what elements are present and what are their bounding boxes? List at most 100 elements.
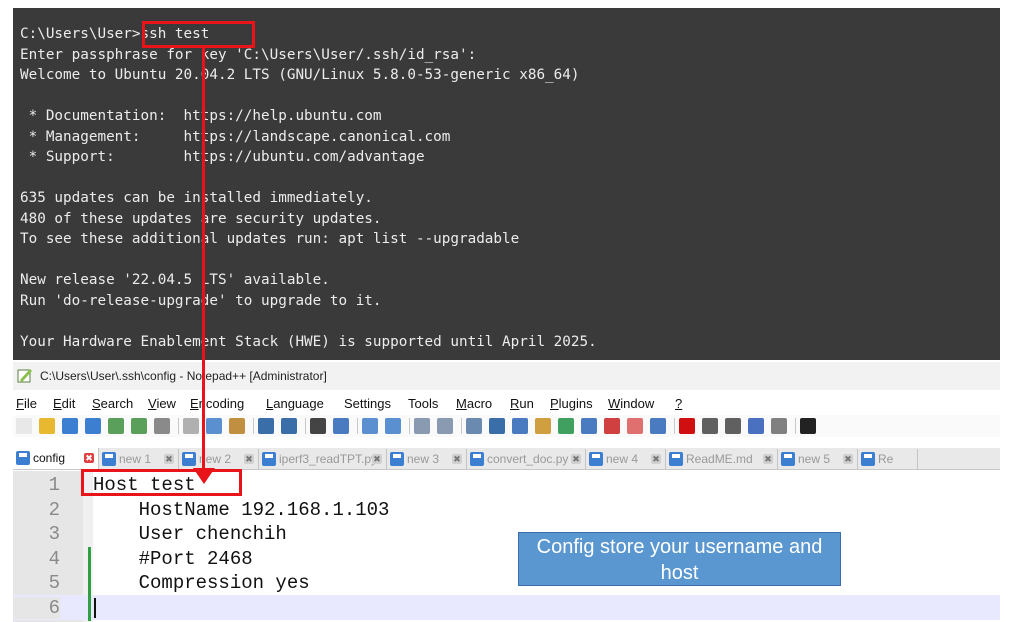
- show-all-chars-icon[interactable]: [489, 418, 505, 434]
- tab-new-2[interactable]: new 2 ✖: [179, 449, 259, 469]
- terminal-line: New release '22.04.5 LTS' available.: [20, 272, 330, 288]
- doc-map-icon[interactable]: [535, 418, 551, 434]
- play-macro-icon[interactable]: [725, 418, 741, 434]
- tab-close-icon[interactable]: ✖: [452, 454, 462, 464]
- menu-item[interactable]: Plugins: [550, 396, 593, 411]
- menu-item[interactable]: Encoding: [190, 396, 244, 411]
- code-line[interactable]: 4 #Port 2468: [13, 546, 1000, 571]
- menu-item[interactable]: Settings: [344, 396, 391, 411]
- monitor-icon[interactable]: [604, 418, 620, 434]
- save-status-icon: [861, 452, 875, 466]
- code-line[interactable]: 5 Compression yes: [13, 570, 1000, 595]
- word-wrap-icon[interactable]: [466, 418, 482, 434]
- zoom-in-icon[interactable]: [362, 418, 378, 434]
- tab-new-4[interactable]: new 4 ✖: [586, 449, 666, 469]
- copy-icon[interactable]: [206, 418, 222, 434]
- code-text: User chenchih: [93, 523, 287, 546]
- tab-close-icon[interactable]: ✖: [84, 453, 94, 463]
- menu-item[interactable]: File: [16, 396, 37, 411]
- menu-item-label: un: [519, 396, 534, 411]
- menu-item-accesskey: S: [92, 396, 101, 411]
- record-macro-icon[interactable]: [679, 418, 695, 434]
- tab-iperf3-readtpt-py[interactable]: iperf3_readTPT.py ✖: [259, 449, 387, 469]
- save-all-icon[interactable]: [85, 418, 101, 434]
- terminal-window[interactable]: C:\Users\User>ssh test Enter passphrase f…: [13, 8, 1000, 360]
- undo-icon[interactable]: [258, 418, 274, 434]
- play-multiple-icon[interactable]: [748, 418, 764, 434]
- toolbar-separator: [674, 418, 675, 434]
- sync-horizontal-icon[interactable]: [437, 418, 453, 434]
- open-file-icon[interactable]: [39, 418, 55, 434]
- indent-guide-icon[interactable]: [512, 418, 528, 434]
- code-line[interactable]: 2 HostName 192.168.1.103: [13, 497, 1000, 522]
- terminal-line: * Support: https://ubuntu.com/advantage: [20, 149, 425, 165]
- arrow-shaft: [202, 47, 205, 477]
- tab-close-icon[interactable]: ✖: [843, 454, 853, 464]
- code-text: Compression yes: [93, 572, 310, 595]
- window-title: C:\Users\User\.ssh\config - Notepad++ [A…: [40, 369, 327, 383]
- tab-re[interactable]: Re: [858, 449, 918, 469]
- menu-item[interactable]: Edit: [53, 396, 75, 411]
- close-icon[interactable]: [108, 418, 124, 434]
- menu-item[interactable]: Tools: [408, 396, 438, 411]
- folder-workspace-icon[interactable]: [581, 418, 597, 434]
- print-icon[interactable]: [154, 418, 170, 434]
- tab-close-icon[interactable]: ✖: [244, 454, 254, 464]
- save-icon[interactable]: [62, 418, 78, 434]
- save-macro-icon[interactable]: [771, 418, 787, 434]
- zoom-out-icon[interactable]: [385, 418, 401, 434]
- menu-item[interactable]: Search: [92, 396, 133, 411]
- new-file-icon[interactable]: [16, 418, 32, 434]
- tab-new-3[interactable]: new 3 ✖: [387, 449, 467, 469]
- replace-icon[interactable]: [333, 418, 349, 434]
- redo-icon[interactable]: [281, 418, 297, 434]
- line-number: 5: [48, 572, 60, 595]
- markdown-icon[interactable]: [800, 418, 816, 434]
- save-status-icon: [102, 452, 116, 466]
- close-all-icon[interactable]: [131, 418, 147, 434]
- callout-note: Config store your username and host: [518, 532, 841, 586]
- toolbar-separator: [357, 418, 358, 434]
- paste-icon[interactable]: [229, 418, 245, 434]
- terminal-line: To see these additional updates run: apt…: [20, 231, 520, 247]
- tab-config[interactable]: config ✖: [13, 448, 99, 469]
- tab-close-icon[interactable]: ✖: [571, 454, 581, 464]
- tab-new-1[interactable]: new 1 ✖: [99, 449, 179, 469]
- change-history-marker: [88, 546, 91, 621]
- cut-icon[interactable]: [183, 418, 199, 434]
- tab-label: config: [33, 451, 66, 465]
- tab-close-icon[interactable]: ✖: [164, 454, 174, 464]
- terminal-line: 635 updates can be installed immediately…: [20, 190, 373, 206]
- find-icon[interactable]: [310, 418, 326, 434]
- save-status-icon: [182, 452, 196, 466]
- menu-item[interactable]: Run: [510, 396, 534, 411]
- code-line[interactable]: 6: [13, 595, 1000, 620]
- tab-convert-doc-py[interactable]: convert_doc.py ✖: [467, 449, 586, 469]
- menu-item[interactable]: Macro: [456, 396, 492, 411]
- menu-item[interactable]: ?: [675, 396, 682, 411]
- tab-close-icon[interactable]: ✖: [372, 454, 382, 464]
- toolbar-separator: [409, 418, 410, 434]
- eye-icon[interactable]: [650, 418, 666, 434]
- terminal-line: * Management: https://landscape.canonica…: [20, 128, 451, 145]
- panel-icon[interactable]: [627, 418, 643, 434]
- menu-item[interactable]: View: [148, 396, 176, 411]
- tab-new-5[interactable]: new 5 ✖: [778, 449, 858, 469]
- menu-item[interactable]: Window: [608, 396, 654, 411]
- menu-item-label: acro: [466, 396, 493, 411]
- tab-close-icon[interactable]: ✖: [651, 454, 661, 464]
- menu-item-label: ncoding: [198, 396, 245, 411]
- tab-close-icon[interactable]: ✖: [763, 454, 773, 464]
- stop-macro-icon[interactable]: [702, 418, 718, 434]
- tab-label: new 3: [407, 452, 440, 466]
- tab-readme-md[interactable]: ReadME.md ✖: [666, 449, 778, 469]
- text-caret: [94, 598, 96, 618]
- function-list-icon[interactable]: [558, 418, 574, 434]
- menu-item[interactable]: Language: [266, 396, 324, 411]
- sync-vertical-icon[interactable]: [414, 418, 430, 434]
- menu-item-accesskey: P: [550, 396, 559, 411]
- code-line[interactable]: 3 User chenchih: [13, 521, 1000, 546]
- tab-label: new 5: [798, 452, 831, 466]
